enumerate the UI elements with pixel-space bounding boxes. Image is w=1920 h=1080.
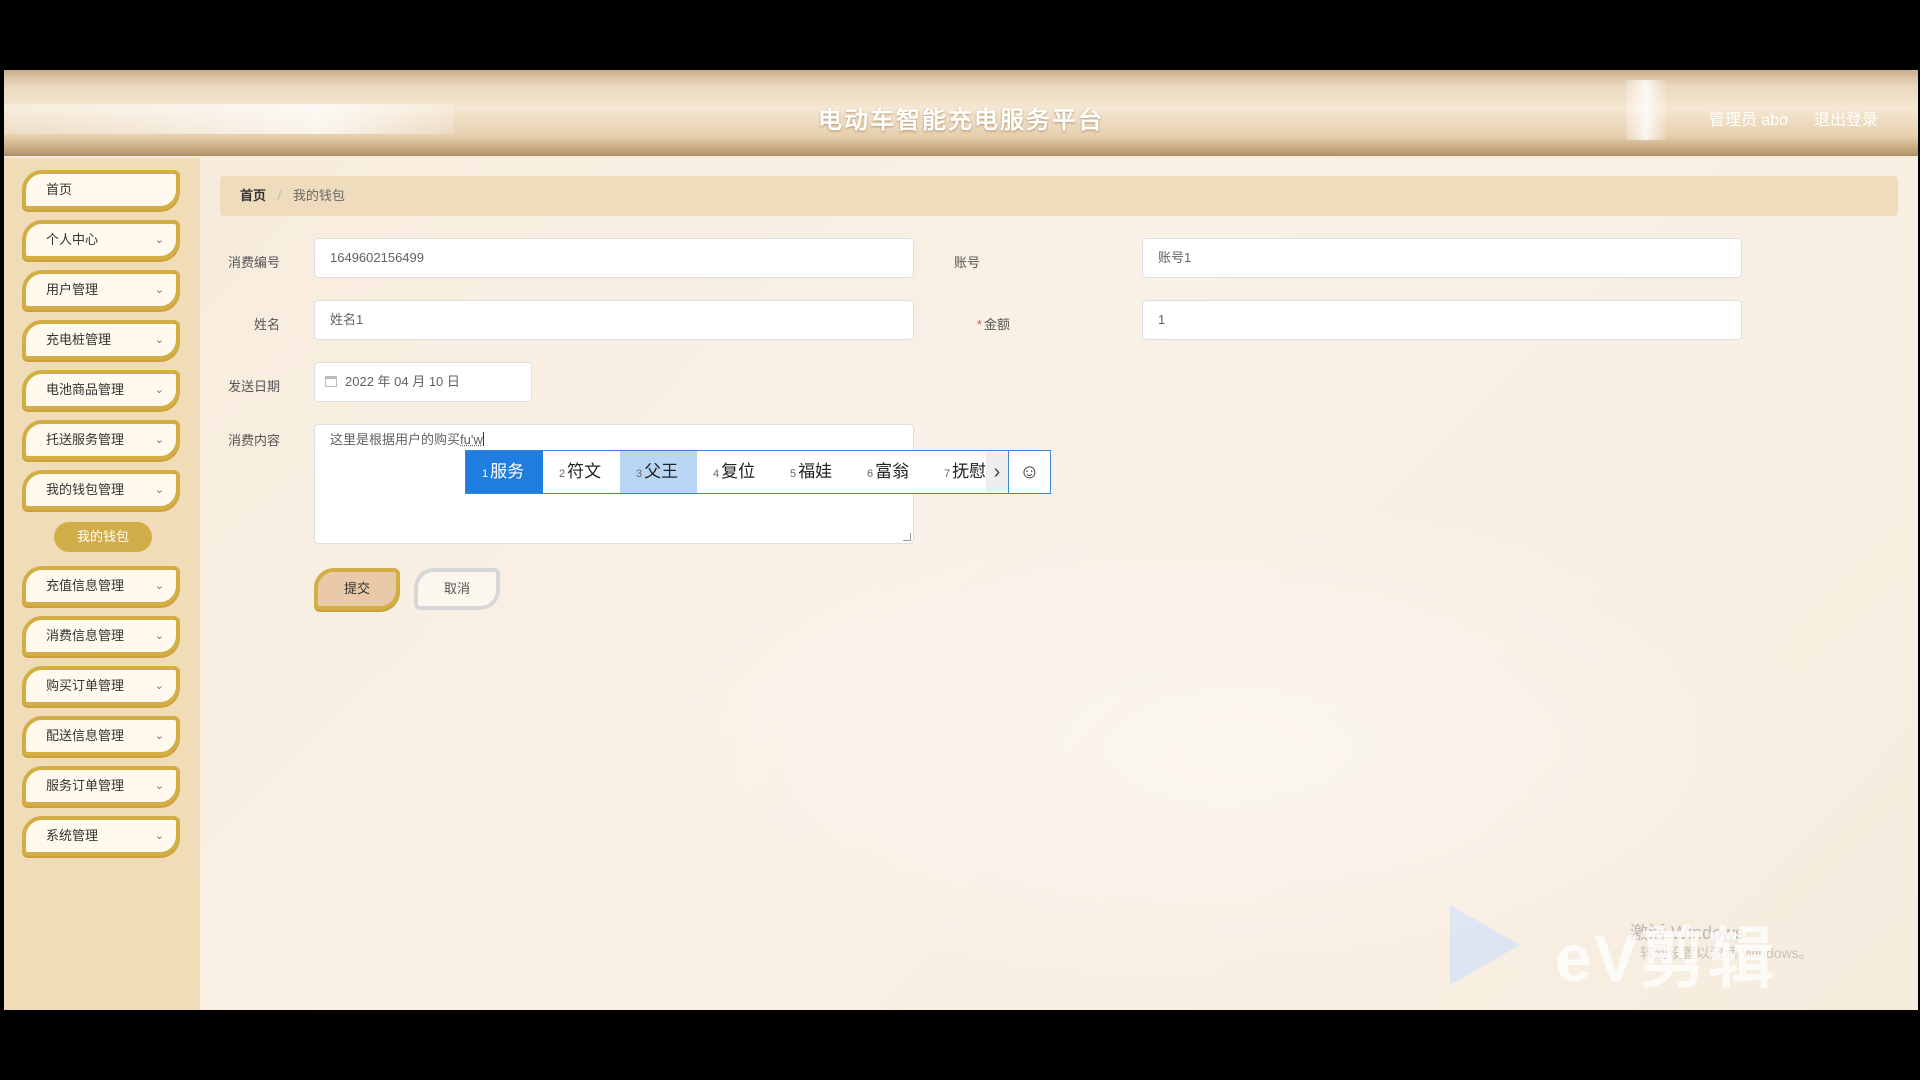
ime-candidate-2[interactable]: 2 符文: [543, 451, 620, 493]
sidebar-item-system-management[interactable]: 系统管理 ⌄: [22, 816, 180, 856]
name-input[interactable]: 姓名1: [314, 300, 914, 340]
main-content: 首页 / 我的钱包 消费编号 1649602156499 账号 账号1 姓名 姓…: [200, 158, 1918, 1010]
candidate-text: 符文: [567, 462, 602, 481]
breadcrumb-current: 我的钱包: [292, 188, 345, 203]
amount-label: * 金额: [930, 314, 1010, 333]
sidebar-item-label: 我的钱包管理: [46, 482, 125, 497]
sidebar-item-label: 配送信息管理: [46, 728, 125, 743]
candidate-number: 7: [944, 468, 951, 480]
chevron-down-icon: ⌄: [154, 484, 164, 496]
candidate-number: 5: [790, 468, 797, 480]
submit-button[interactable]: 提交: [314, 568, 400, 610]
chevron-down-icon: ⌄: [154, 284, 164, 296]
candidate-text: 富翁: [875, 462, 910, 481]
amount-label-text: 金额: [983, 317, 1010, 332]
chevron-down-icon: ⌄: [154, 580, 164, 592]
candidate-number: 4: [713, 468, 720, 480]
candidate-text: 服务: [490, 462, 525, 481]
ime-candidate-4[interactable]: 4 复位: [697, 451, 774, 493]
content-text: 这里是根据用户的购买: [330, 432, 461, 447]
chevron-down-icon: ⌄: [154, 434, 164, 446]
sidebar-item-purchase-orders[interactable]: 购买订单管理 ⌄: [22, 666, 180, 706]
sidebar-item-label: 充值信息管理: [46, 578, 125, 593]
breadcrumb-separator: /: [277, 188, 282, 203]
chevron-down-icon: ⌄: [154, 730, 164, 742]
sidebar-item-delivery-service[interactable]: 托送服务管理 ⌄: [22, 420, 180, 460]
sidebar-subitem-my-wallet[interactable]: 我的钱包: [54, 522, 152, 552]
account-input[interactable]: 账号1: [1142, 238, 1742, 278]
sidebar-item-home[interactable]: 首页: [22, 170, 180, 210]
consume-no-label: 消费编号: [227, 255, 280, 270]
candidate-number: 2: [559, 468, 566, 480]
sidebar-item-service-orders[interactable]: 服务订单管理 ⌄: [22, 766, 180, 806]
sidebar-item-label: 个人中心: [46, 232, 99, 247]
candidate-text: 复位: [721, 462, 756, 481]
account-label: 账号: [953, 255, 980, 270]
sidebar-item-personal-center[interactable]: 个人中心 ⌄: [22, 220, 180, 260]
sidebar-item-user-management[interactable]: 用户管理 ⌄: [22, 270, 180, 310]
video-watermark: 激活 Windows 转到设置以激活 Windows。 eV剪辑: [1450, 905, 1880, 1005]
send-date-label: 发送日期: [227, 379, 280, 394]
ime-candidate-3[interactable]: 3 父王: [620, 451, 697, 493]
chevron-down-icon: ⌄: [154, 830, 164, 842]
app-title: 电动车智能充电服务平台: [818, 107, 1104, 134]
send-date-value: 2022 年 04 月 10 日: [345, 374, 460, 389]
candidate-number: 1: [482, 468, 489, 480]
sidebar-item-label: 电池商品管理: [46, 382, 125, 397]
send-date-picker[interactable]: 2022 年 04 月 10 日: [314, 362, 532, 402]
amount-input[interactable]: 1: [1142, 300, 1742, 340]
required-mark: *: [976, 317, 982, 332]
chevron-down-icon: ⌄: [154, 680, 164, 692]
chevron-down-icon: ⌄: [154, 234, 164, 246]
cancel-button[interactable]: 取消: [414, 568, 500, 610]
emoji-icon[interactable]: ☺: [1008, 451, 1050, 493]
watermark-brand: eV剪辑: [1555, 921, 1776, 995]
sidebar-item-label: 用户管理: [46, 282, 99, 297]
candidate-number: 6: [867, 468, 874, 480]
chevron-down-icon: ⌄: [154, 780, 164, 792]
name-label: 姓名: [253, 317, 280, 332]
ime-candidate-1[interactable]: 1 服务: [466, 451, 543, 493]
ime-candidate-6[interactable]: 6 富翁: [851, 451, 928, 493]
sidebar-item-consume-info[interactable]: 消费信息管理 ⌄: [22, 616, 180, 656]
candidate-text: 福娃: [798, 462, 833, 481]
calendar-icon: [325, 376, 337, 387]
consume-no-input[interactable]: 1649602156499: [314, 238, 914, 278]
sidebar-item-label: 系统管理: [46, 828, 99, 843]
sidebar-item-label: 托送服务管理: [46, 432, 125, 447]
ime-candidate-bar: 1 服务 2 符文 3 父王 4 复位 5 福娃 6 富翁 7 抚慰 › ☺: [465, 450, 1051, 494]
text-caret: [482, 432, 484, 446]
sidebar-item-battery-goods[interactable]: 电池商品管理 ⌄: [22, 370, 180, 410]
candidate-text: 父王: [644, 462, 679, 481]
content-label: 消费内容: [227, 433, 280, 448]
breadcrumb-home[interactable]: 首页: [240, 188, 266, 203]
breadcrumb: 首页 / 我的钱包: [220, 176, 1898, 216]
candidate-number: 3: [636, 468, 643, 480]
sidebar-item-label: 首页: [46, 182, 73, 197]
logout-link[interactable]: 退出登录: [1814, 106, 1878, 130]
sidebar-item-charging-pile[interactable]: 充电桩管理 ⌄: [22, 320, 180, 360]
sidebar-item-wallet-management[interactable]: 我的钱包管理 ⌄: [22, 470, 180, 510]
sidebar-item-label: 充电桩管理: [46, 332, 112, 347]
sidebar-item-delivery-info[interactable]: 配送信息管理 ⌄: [22, 716, 180, 756]
chevron-down-icon: ⌄: [154, 630, 164, 642]
ime-candidate-7[interactable]: 7 抚慰: [928, 451, 986, 493]
top-header: 电动车智能充电服务平台 管理员 abo 退出登录: [4, 70, 1918, 156]
ime-composition: fu'w: [460, 432, 483, 447]
ime-candidate-5[interactable]: 5 福娃: [774, 451, 851, 493]
sidebar-item-label: 消费信息管理: [46, 628, 125, 643]
sidebar-menu: 首页 个人中心 ⌄ 用户管理 ⌄ 充电桩管理 ⌄ 电池商品管理 ⌄ 托送服务管理…: [4, 158, 200, 1010]
candidate-text: 抚慰: [952, 462, 986, 481]
sidebar-item-recharge-info[interactable]: 充值信息管理 ⌄: [22, 566, 180, 606]
sidebar-item-label: 服务订单管理: [46, 778, 125, 793]
chevron-right-icon[interactable]: ›: [986, 452, 1008, 492]
sidebar-item-label: 购买订单管理: [46, 678, 125, 693]
app-window: 电动车智能充电服务平台 管理员 abo 退出登录 首页 个人中心 ⌄ 用户管理 …: [4, 70, 1918, 1010]
play-logo-icon: [1450, 905, 1520, 985]
chevron-down-icon: ⌄: [154, 334, 164, 346]
current-user-label: 管理员 abo: [1708, 112, 1788, 129]
resize-handle[interactable]: [903, 533, 911, 541]
chevron-down-icon: ⌄: [154, 384, 164, 396]
